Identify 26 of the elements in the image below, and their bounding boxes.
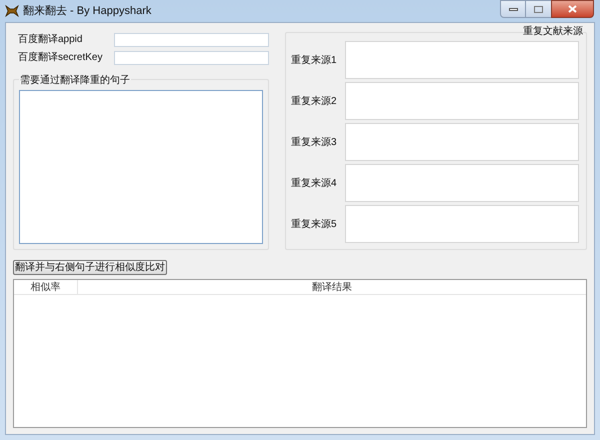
source-label: 重复来源2	[291, 94, 338, 108]
column-header[interactable]: 翻译结果	[78, 280, 586, 294]
column-header[interactable]: 相似率	[14, 280, 78, 294]
field-label: 百度翻译secretKey	[18, 50, 104, 65]
maximize-icon	[534, 6, 543, 12]
close-button[interactable]	[551, 0, 594, 18]
text-area[interactable]	[345, 205, 579, 243]
window-title: 翻来翻去 - By Happyshark	[23, 4, 152, 19]
group-title: 重复文献来源	[523, 24, 583, 39]
source-label: 重复来源1	[291, 54, 338, 68]
source-label: 重复来源5	[291, 218, 338, 232]
compare-button[interactable]: 翻译并与右侧句子进行相似度比对	[13, 260, 167, 275]
field-label: 百度翻译appid	[18, 32, 84, 47]
minimize-icon	[508, 8, 518, 10]
text-area[interactable]	[345, 123, 579, 161]
input-field[interactable]	[114, 50, 269, 64]
app-icon	[5, 4, 19, 18]
text-area[interactable]	[345, 41, 579, 79]
input-field[interactable]	[114, 32, 269, 46]
source-label: 重复来源4	[291, 176, 338, 190]
text-area[interactable]	[345, 164, 579, 202]
text-area[interactable]	[345, 82, 579, 120]
maximize-button[interactable]	[526, 0, 551, 18]
close-icon	[568, 5, 577, 13]
source-label: 重复来源3	[291, 136, 338, 150]
minimize-button[interactable]	[500, 0, 526, 18]
